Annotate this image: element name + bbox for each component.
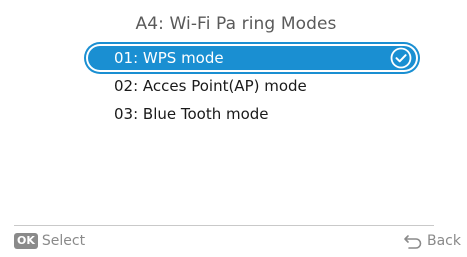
menu-item-bluetooth-mode[interactable]: 03: Blue Tooth mode	[86, 100, 418, 128]
footer-divider	[14, 225, 434, 226]
back-label: Back	[427, 233, 461, 249]
back-hint[interactable]: Back	[403, 232, 461, 250]
menu-item-label: 02: Acces Point(AP) mode	[114, 77, 307, 95]
screen: A4: Wi-Fi Pa ring Modes 01: WPS mode 02:…	[16, 0, 456, 257]
select-hint[interactable]: OK Select	[14, 232, 85, 250]
menu-item-access-point-mode[interactable]: 02: Acces Point(AP) mode	[86, 72, 418, 100]
screen-title: A4: Wi-Fi Pa ring Modes	[135, 14, 337, 34]
return-arrow-icon	[404, 235, 422, 249]
menu-item-label: 01: WPS mode	[114, 49, 224, 67]
check-icon	[390, 47, 412, 69]
menu-item-wps-mode[interactable]: 01: WPS mode	[86, 44, 418, 72]
select-label: Select	[41, 233, 86, 249]
menu-item-label: 03: Blue Tooth mode	[114, 105, 269, 123]
ok-key-badge: OK	[14, 233, 38, 249]
pairing-mode-menu: 01: WPS mode 02: Acces Point(AP) mode 03…	[86, 44, 418, 128]
